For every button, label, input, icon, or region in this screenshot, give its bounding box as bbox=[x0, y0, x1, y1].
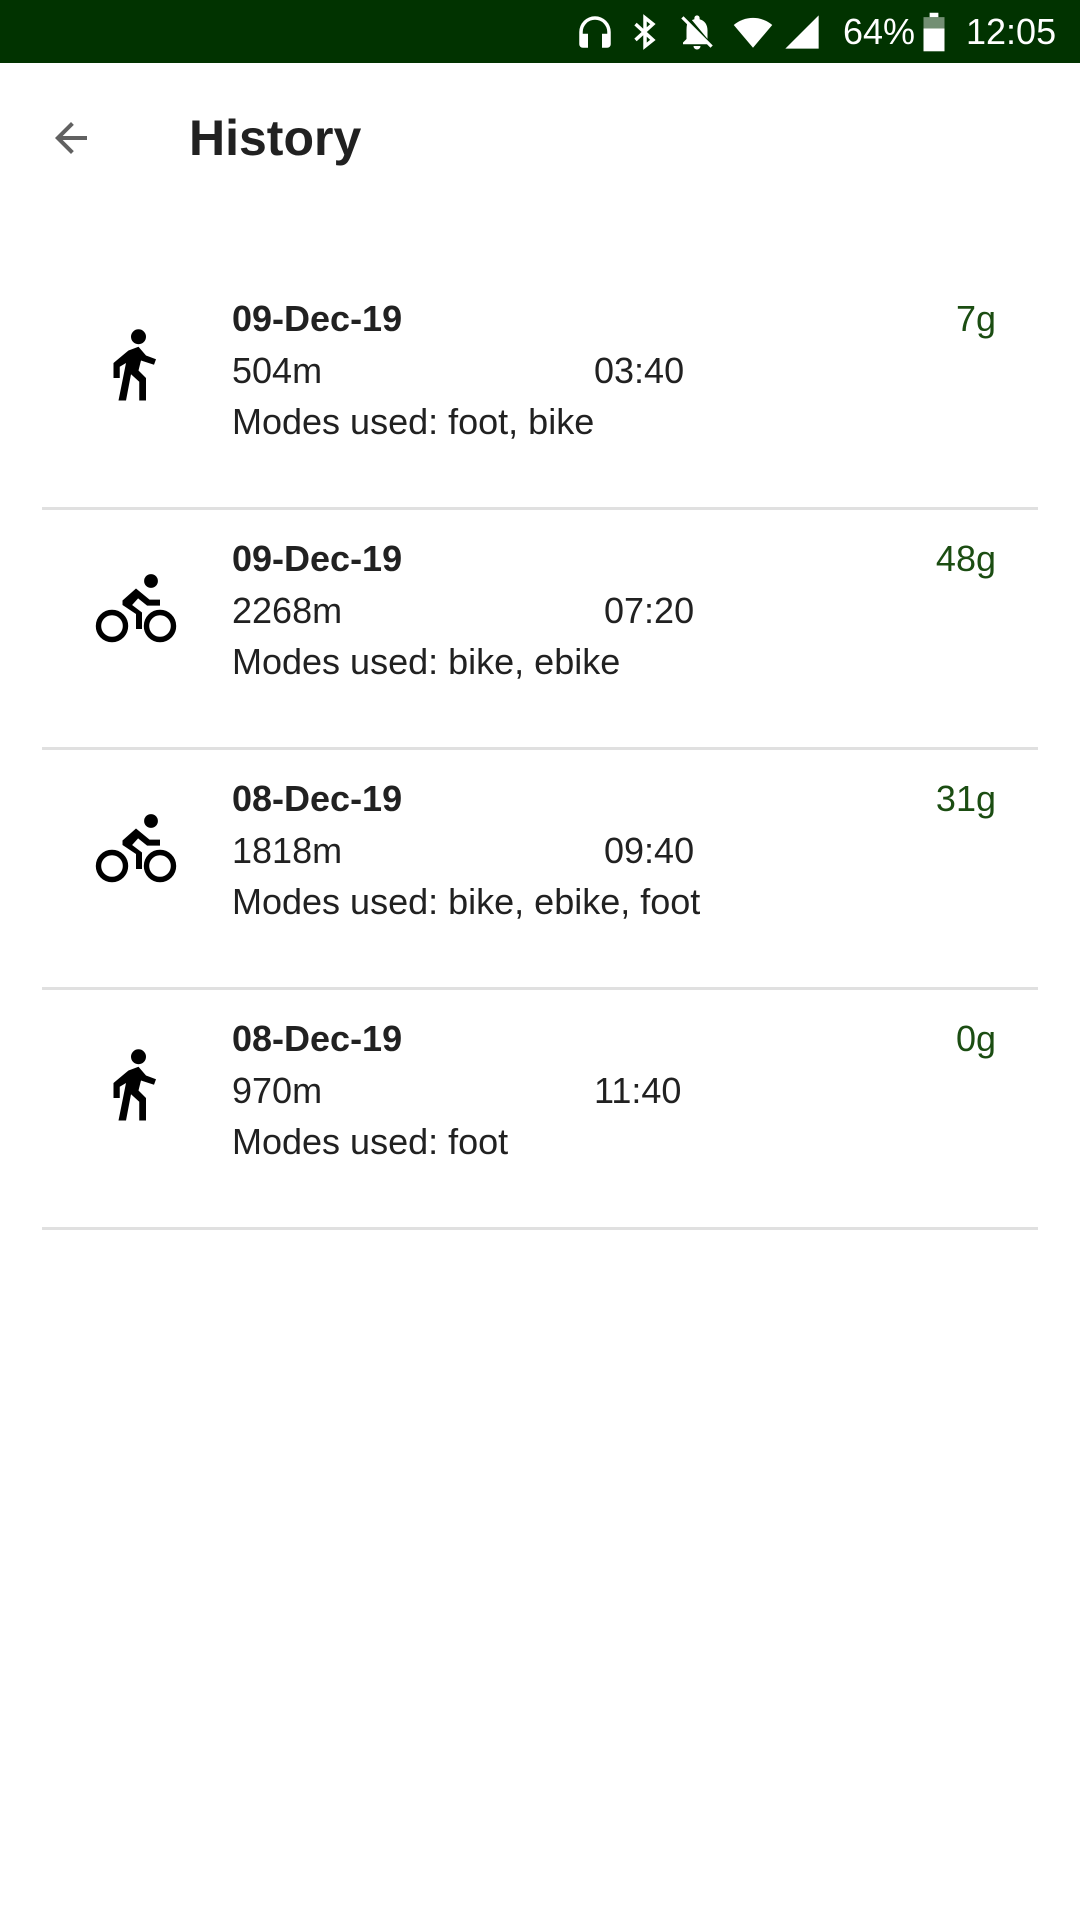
trip-duration: 11:40 bbox=[594, 1070, 682, 1111]
bike-icon bbox=[88, 560, 184, 656]
history-list: 09-Dec-19 504m 03:40 Modes used: foot, b… bbox=[0, 270, 1080, 1230]
arrow-back-icon bbox=[47, 114, 95, 167]
modes-used: Modes used: foot, bike bbox=[232, 401, 595, 442]
headphones-icon bbox=[574, 0, 616, 63]
status-bar: 64% 12:05 bbox=[0, 0, 1080, 63]
trip-duration: 07:20 bbox=[604, 590, 695, 631]
walk-icon bbox=[88, 320, 184, 416]
cell-signal-icon bbox=[782, 0, 822, 63]
co2-emission: 0g bbox=[955, 1018, 996, 1059]
trip-distance: 1818m bbox=[232, 830, 343, 871]
trip-date: 08-Dec-19 bbox=[232, 1018, 403, 1059]
trip-distance: 504m bbox=[232, 350, 323, 391]
battery-percent: 64% bbox=[843, 10, 916, 52]
history-item[interactable]: 09-Dec-19 504m 03:40 Modes used: foot, b… bbox=[0, 270, 1080, 510]
bike-icon bbox=[88, 800, 184, 896]
co2-emission: 7g bbox=[955, 298, 996, 339]
notifications-off-icon bbox=[676, 0, 718, 63]
co2-emission: 48g bbox=[935, 538, 996, 579]
trip-duration: 03:40 bbox=[594, 350, 685, 391]
page-title: History bbox=[189, 110, 362, 166]
modes-used: Modes used: bike, ebike, foot bbox=[232, 881, 701, 922]
history-item[interactable]: 08-Dec-19 1818m 09:40 Modes used: bike, … bbox=[0, 750, 1080, 990]
trip-date: 08-Dec-19 bbox=[232, 778, 403, 819]
wifi-icon bbox=[730, 0, 776, 63]
modes-used: Modes used: bike, ebike bbox=[232, 641, 621, 682]
history-item[interactable]: 09-Dec-19 2268m 07:20 Modes used: bike, … bbox=[0, 510, 1080, 750]
trip-date: 09-Dec-19 bbox=[232, 538, 403, 579]
bluetooth-icon bbox=[626, 0, 664, 63]
trip-distance: 970m bbox=[232, 1070, 323, 1111]
co2-emission: 31g bbox=[935, 778, 996, 819]
modes-used: Modes used: foot bbox=[232, 1121, 509, 1162]
history-item[interactable]: 08-Dec-19 970m 11:40 Modes used: foot 0g bbox=[0, 990, 1080, 1230]
back-button[interactable] bbox=[36, 105, 106, 175]
trip-date: 09-Dec-19 bbox=[232, 298, 403, 339]
battery-icon bbox=[921, 0, 947, 63]
status-time: 12:05 bbox=[966, 10, 1057, 52]
walk-icon bbox=[88, 1040, 184, 1136]
app-bar: History bbox=[0, 63, 1080, 213]
trip-duration: 09:40 bbox=[604, 830, 695, 871]
trip-distance: 2268m bbox=[232, 590, 343, 631]
divider bbox=[42, 1227, 1038, 1230]
